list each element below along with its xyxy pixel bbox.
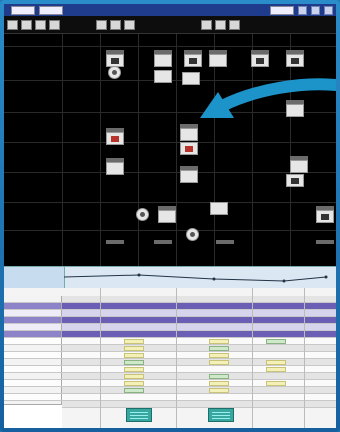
device-block[interactable] [216, 240, 234, 244]
toolbar-button[interactable] [229, 19, 240, 30]
close-icon[interactable] [324, 5, 333, 15]
device-block[interactable] [286, 174, 304, 187]
device-block[interactable] [286, 100, 304, 117]
timeline-strip[interactable] [4, 266, 336, 290]
device-block[interactable] [154, 50, 172, 67]
device-block[interactable] [251, 50, 269, 67]
table-row[interactable] [4, 317, 336, 324]
toolbar-button[interactable] [21, 19, 32, 30]
schedule-block[interactable] [126, 408, 152, 422]
table-row[interactable] [4, 303, 336, 310]
device-block[interactable] [316, 206, 334, 223]
schedule-block[interactable] [208, 408, 234, 422]
layout-grid[interactable] [4, 34, 336, 266]
device-block[interactable] [316, 240, 334, 244]
legend-panel [4, 404, 62, 428]
device-block[interactable] [290, 156, 308, 173]
maximize-icon[interactable] [311, 5, 320, 15]
table-row[interactable] [4, 394, 336, 401]
table-row[interactable] [4, 324, 336, 331]
device-block[interactable] [180, 166, 198, 183]
toolbar-button[interactable] [96, 19, 107, 30]
table-row[interactable] [4, 296, 336, 303]
toolbar-button[interactable] [7, 19, 18, 30]
device-block[interactable] [106, 128, 124, 145]
timeline-label-panel [4, 267, 65, 289]
minimize-icon[interactable] [298, 5, 307, 15]
table-row[interactable] [4, 359, 336, 366]
toolbar-button[interactable] [49, 19, 60, 30]
device-block[interactable] [209, 106, 227, 110]
search-input[interactable] [270, 5, 294, 15]
table-row[interactable] [4, 331, 336, 338]
device-block[interactable] [106, 158, 124, 175]
device-block[interactable] [154, 70, 172, 83]
toolbar-button[interactable] [201, 19, 212, 30]
device-block[interactable] [209, 50, 227, 67]
toolbar-button[interactable] [124, 19, 135, 30]
device-block[interactable] [210, 202, 228, 215]
toolbar-button[interactable] [35, 19, 46, 30]
device-block[interactable] [106, 50, 124, 67]
device-block[interactable] [184, 50, 202, 67]
device-block[interactable] [158, 206, 176, 223]
device-block[interactable] [286, 50, 304, 67]
timeline-graph [64, 273, 328, 283]
table-row[interactable] [4, 373, 336, 380]
toolbar-button[interactable] [215, 19, 226, 30]
table-row[interactable] [4, 380, 336, 387]
application-window [4, 4, 336, 428]
device-block[interactable] [180, 142, 198, 155]
title-input-field-2[interactable] [39, 5, 63, 15]
table-row[interactable] [4, 352, 336, 359]
table-row[interactable] [4, 387, 336, 394]
device-block[interactable] [154, 240, 172, 244]
device-block[interactable] [106, 66, 124, 79]
toolbar-button[interactable] [110, 19, 121, 30]
device-block[interactable] [184, 228, 202, 241]
toolbar [4, 16, 336, 34]
table-row[interactable] [4, 366, 336, 373]
device-block[interactable] [180, 124, 198, 141]
table-row[interactable] [4, 310, 336, 317]
device-block[interactable] [134, 208, 152, 221]
device-block[interactable] [182, 72, 200, 85]
device-block[interactable] [106, 240, 124, 244]
title-bar [4, 4, 336, 16]
table-row[interactable] [4, 338, 336, 345]
table-row[interactable] [4, 345, 336, 352]
screenshot-frame [0, 0, 340, 432]
title-input-field[interactable] [11, 5, 35, 15]
